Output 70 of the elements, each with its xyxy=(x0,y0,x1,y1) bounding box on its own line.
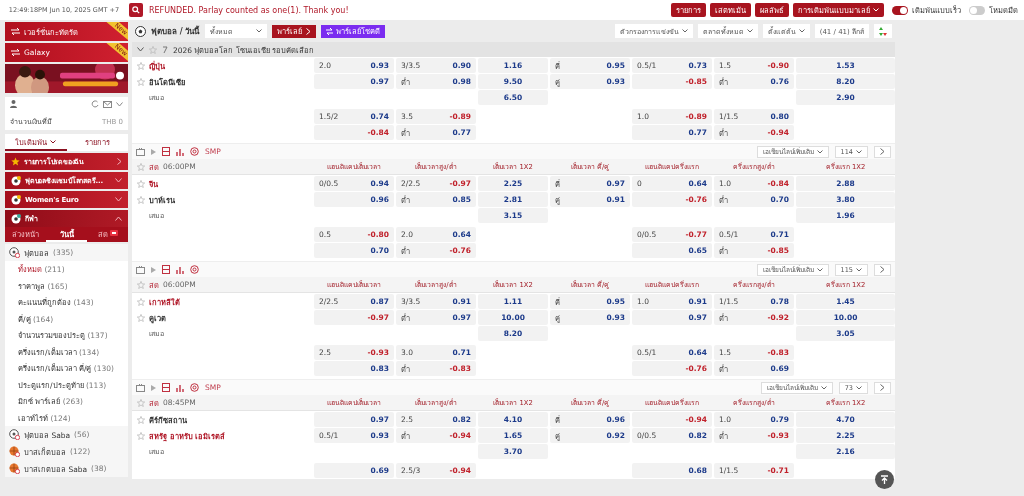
chevron-down-icon xyxy=(856,149,862,154)
swap-icon xyxy=(11,28,20,35)
star-icon[interactable] xyxy=(137,431,145,440)
play-icon[interactable] xyxy=(151,148,156,155)
chevron-down-icon xyxy=(746,29,753,33)
chevron-right-icon xyxy=(880,148,885,155)
star-icon[interactable] xyxy=(137,195,145,204)
ball-icon xyxy=(11,175,21,186)
swap-icon xyxy=(325,27,333,35)
ball-icon xyxy=(11,194,21,205)
star-icon[interactable] xyxy=(137,179,145,188)
swap-icon xyxy=(11,49,20,56)
chevron-down-icon[interactable] xyxy=(116,101,123,107)
star-icon xyxy=(149,45,157,54)
soccer-ball-icon xyxy=(135,25,146,37)
chevron-down-icon xyxy=(873,8,879,12)
chevron-down-icon xyxy=(50,139,57,144)
tv-icon[interactable] xyxy=(136,265,145,274)
toggle-switch[interactable] xyxy=(892,5,908,15)
tv-icon[interactable] xyxy=(136,383,145,392)
sort-icon xyxy=(879,26,887,36)
chevron-down-icon xyxy=(255,29,262,33)
basketball-icon xyxy=(9,463,20,474)
star-icon[interactable] xyxy=(137,398,145,407)
chevron-down-icon xyxy=(816,267,823,272)
star-icon[interactable] xyxy=(137,280,145,289)
soccer-ball-icon xyxy=(9,429,20,440)
next-button[interactable] xyxy=(874,145,891,158)
star-icon[interactable] xyxy=(137,77,145,86)
person-icon xyxy=(10,100,17,108)
bar-chart-icon[interactable] xyxy=(176,265,184,274)
chevron-right-icon xyxy=(117,158,122,165)
chevron-down-icon xyxy=(820,385,827,390)
play-icon[interactable] xyxy=(151,384,156,391)
star-icon xyxy=(11,157,20,166)
scoreboard-icon[interactable] xyxy=(162,265,170,274)
star-icon[interactable] xyxy=(137,313,145,322)
chevron-down-icon xyxy=(798,29,805,33)
tv-icon[interactable] xyxy=(136,147,145,156)
bar-chart-icon[interactable] xyxy=(176,383,184,392)
next-button[interactable] xyxy=(874,381,891,394)
search-icon xyxy=(132,6,140,14)
toggle-switch[interactable] xyxy=(969,5,985,15)
play-icon[interactable] xyxy=(151,266,156,273)
star-icon[interactable] xyxy=(137,162,145,171)
bar-chart-icon[interactable] xyxy=(176,147,184,156)
next-button[interactable] xyxy=(874,263,891,276)
sport-title: ฟุตบอล / วันนี้ xyxy=(151,24,200,38)
chevron-down-icon xyxy=(856,385,862,390)
scoreboard-icon[interactable] xyxy=(162,147,170,156)
ball-icon xyxy=(11,213,21,224)
chevron-right-icon xyxy=(880,266,885,273)
sort-button[interactable] xyxy=(874,24,892,38)
star-icon[interactable] xyxy=(137,415,145,424)
live-tv-icon xyxy=(109,230,118,237)
soccer-ball-icon xyxy=(9,247,20,258)
chevron-down-icon xyxy=(681,29,688,33)
mail-icon[interactable] xyxy=(103,100,112,108)
basketball-icon xyxy=(9,446,20,457)
announcement-text: REFUNDED. Parlay counted as one(1). Thank you! xyxy=(149,5,350,15)
star-icon[interactable] xyxy=(137,61,145,70)
star-icon[interactable] xyxy=(137,297,145,306)
chevron-right-icon xyxy=(880,384,885,391)
scoreboard-icon[interactable] xyxy=(162,383,170,392)
chevron-down-icon xyxy=(856,267,862,272)
chevron-down-icon xyxy=(816,149,823,154)
chevron-right-icon xyxy=(305,27,311,35)
search-button[interactable] xyxy=(129,3,143,17)
refresh-icon[interactable] xyxy=(91,100,99,108)
arrow-up-icon xyxy=(880,474,889,485)
